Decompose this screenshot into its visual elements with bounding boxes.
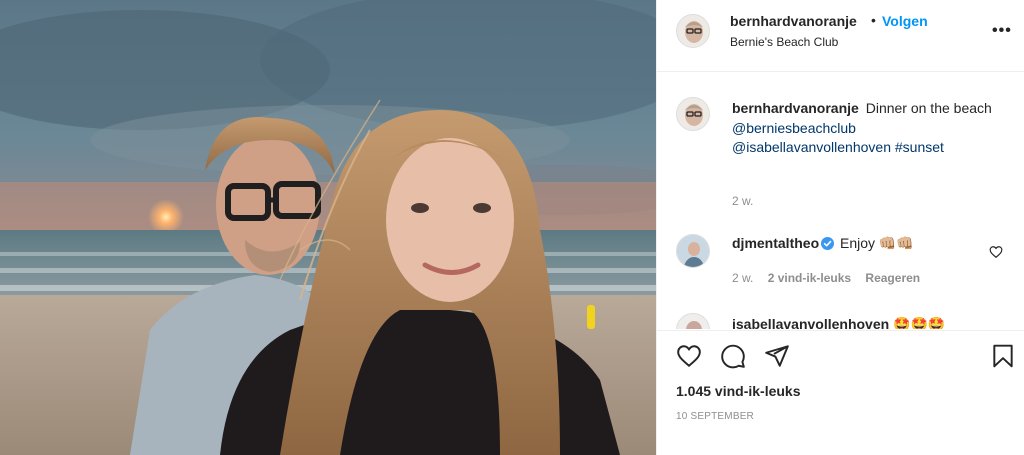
separator-dot: • xyxy=(871,12,876,28)
post-date[interactable]: 10 SEPTEMBER xyxy=(676,411,754,422)
hashtag-link[interactable]: #sunset xyxy=(895,139,944,155)
heart-icon xyxy=(677,345,701,368)
author-username[interactable]: bernhardvanoranje xyxy=(730,13,857,29)
like-button[interactable] xyxy=(676,343,702,369)
save-button[interactable] xyxy=(990,343,1016,369)
comment-likes[interactable]: 2 vind-ik-leuks xyxy=(768,271,851,285)
commenter-username[interactable]: isabellavanvollenhoven xyxy=(732,316,889,329)
bookmark-icon xyxy=(993,344,1013,368)
comment-meta: 2 w. 2 vind-ik-leuks Reageren xyxy=(732,271,931,285)
commenter-avatar[interactable] xyxy=(676,234,710,268)
commenter-avatar[interactable] xyxy=(676,313,710,329)
reply-button[interactable]: Reageren xyxy=(865,271,920,285)
commenter-username[interactable]: djmentaltheo xyxy=(732,235,819,251)
caption-username[interactable]: bernhardvanoranje xyxy=(732,100,859,116)
more-options-icon[interactable]: ••• xyxy=(992,22,1012,40)
mention-link[interactable]: @isabellavanvollenhoven xyxy=(732,139,891,155)
comment-timestamp[interactable]: 2 w. xyxy=(732,271,753,285)
paper-plane-icon xyxy=(765,345,789,367)
mention-link[interactable]: @berniesbeachclub xyxy=(732,120,856,136)
author-avatar[interactable] xyxy=(676,14,710,48)
comment-like-heart-icon[interactable] xyxy=(989,245,1003,259)
post-caption: bernhardvanoranje Dinner on the beach @b… xyxy=(732,99,1002,158)
comment-icon xyxy=(721,344,745,369)
beach-selfie-photo xyxy=(0,0,656,455)
share-button[interactable] xyxy=(764,343,790,369)
verified-badge-icon xyxy=(821,237,835,250)
post-actions: 1.045 vind-ik-leuks 10 SEPTEMBER xyxy=(657,330,1024,455)
post-details-panel: bernhardvanoranje • Volgen Bernie's Beac… xyxy=(656,0,1024,455)
caption-author-avatar[interactable] xyxy=(676,97,710,131)
follow-button[interactable]: Volgen xyxy=(882,13,928,29)
comment-text: Enjoy 👊🏼👊🏼 xyxy=(840,235,914,251)
caption-timestamp[interactable]: 2 w. xyxy=(732,194,753,208)
post-photo[interactable] xyxy=(0,0,656,455)
post-location[interactable]: Bernie's Beach Club xyxy=(730,35,838,49)
comments-section[interactable]: bernhardvanoranje Dinner on the beach @b… xyxy=(657,73,1024,329)
comment-row: isabellavanvollenhoven 🤩🤩🤩 xyxy=(732,316,945,329)
post-header: bernhardvanoranje • Volgen Bernie's Beac… xyxy=(657,0,1024,72)
caption-text: Dinner on the beach xyxy=(865,100,992,116)
comment-row: djmentaltheo Enjoy 👊🏼👊🏼 xyxy=(732,235,914,252)
comment-text: 🤩🤩🤩 xyxy=(893,316,946,329)
likes-count[interactable]: 1.045 vind-ik-leuks xyxy=(676,383,801,399)
comment-button[interactable] xyxy=(720,343,746,369)
